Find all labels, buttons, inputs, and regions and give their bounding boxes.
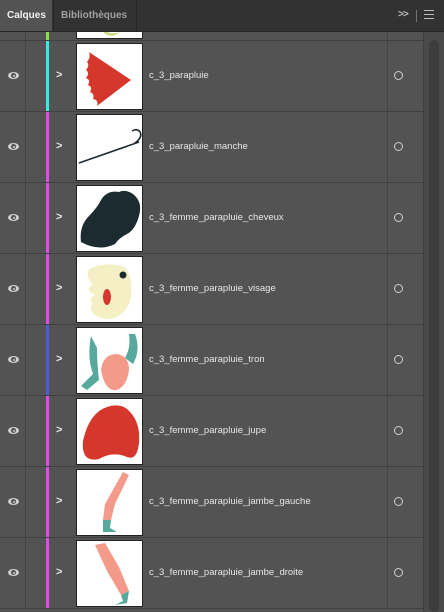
hamburger-menu-icon[interactable] xyxy=(424,10,434,20)
eye-icon[interactable] xyxy=(8,72,19,79)
layer-color-bar xyxy=(46,325,49,395)
eye-icon[interactable] xyxy=(8,569,19,576)
layer-color-bar xyxy=(46,538,49,608)
layer-name[interactable]: c_3_femme_parapluie_jambe_droite xyxy=(149,567,303,578)
eye-icon[interactable] xyxy=(8,214,19,221)
layer-name[interactable]: c_3_femme_parapluie_jupe xyxy=(149,425,266,436)
lock-toggle[interactable] xyxy=(26,396,47,466)
eye-icon[interactable] xyxy=(8,427,19,434)
lock-toggle[interactable] xyxy=(26,325,47,395)
layer-thumbnail xyxy=(76,32,143,39)
visibility-toggle[interactable] xyxy=(0,254,26,324)
layer-color-bar xyxy=(46,32,49,40)
visibility-toggle[interactable] xyxy=(0,183,26,253)
layer-row[interactable]: > c_3_femme_parapluie_tron xyxy=(0,325,423,396)
lock-cell[interactable] xyxy=(26,32,47,40)
visibility-toggle[interactable] xyxy=(0,112,26,182)
layer-thumbnail xyxy=(76,114,143,181)
scrollbar-thumb[interactable] xyxy=(429,40,439,612)
layers-list: > c_3_parapluie > c_3_parapluie_manche > c_3_… xyxy=(0,32,423,612)
layer-color-bar xyxy=(46,183,49,253)
visibility-toggle[interactable] xyxy=(0,325,26,395)
panel-tab-bar: Calques Bibliothèques >> xyxy=(0,0,444,32)
layer-thumbnail xyxy=(76,469,143,536)
divider xyxy=(416,10,417,22)
chevron-right-icon[interactable]: > xyxy=(56,140,62,152)
scrollbar[interactable] xyxy=(423,32,444,612)
layer-color-bar xyxy=(46,396,49,466)
visibility-cell[interactable] xyxy=(0,32,26,40)
layer-thumbnail xyxy=(76,43,143,110)
visibility-toggle[interactable] xyxy=(0,467,26,537)
target-circle-icon[interactable] xyxy=(394,213,403,222)
layer-color-bar xyxy=(46,467,49,537)
layer-row[interactable]: > c_3_femme_parapluie_jambe_droite xyxy=(0,538,423,609)
visibility-toggle[interactable] xyxy=(0,538,26,608)
target-circle-icon[interactable] xyxy=(394,142,403,151)
chevron-right-icon[interactable]: > xyxy=(56,353,62,365)
target-circle-icon[interactable] xyxy=(394,568,403,577)
tab-bibliotheques[interactable]: Bibliothèques xyxy=(53,0,137,31)
chevron-right-icon[interactable]: > xyxy=(56,424,62,436)
layer-thumbnail xyxy=(76,327,143,394)
visibility-toggle[interactable] xyxy=(0,396,26,466)
target-circle-icon[interactable] xyxy=(394,497,403,506)
layer-thumbnail xyxy=(76,185,143,252)
target-circle-icon[interactable] xyxy=(394,284,403,293)
eye-icon[interactable] xyxy=(8,143,19,150)
layer-row-partial[interactable] xyxy=(0,32,423,41)
layer-color-bar xyxy=(46,254,49,324)
eye-icon[interactable] xyxy=(8,285,19,292)
target-circle-icon[interactable] xyxy=(394,71,403,80)
layer-name[interactable]: c_3_femme_parapluie_visage xyxy=(149,283,276,294)
lock-toggle[interactable] xyxy=(26,538,47,608)
layer-row[interactable]: > c_3_femme_parapluie_visage xyxy=(0,254,423,325)
target-circle-icon[interactable] xyxy=(394,355,403,364)
layer-thumbnail xyxy=(76,256,143,323)
chevron-right-icon[interactable]: > xyxy=(56,211,62,223)
lock-toggle[interactable] xyxy=(26,254,47,324)
chevron-right-icon[interactable]: > xyxy=(56,566,62,578)
lock-toggle[interactable] xyxy=(26,41,47,111)
layer-name[interactable]: c_3_femme_parapluie_tron xyxy=(149,354,265,365)
layer-row[interactable]: > c_3_femme_parapluie_jambe_gauche xyxy=(0,467,423,538)
layer-color-bar xyxy=(46,41,49,111)
chevron-right-icon[interactable]: > xyxy=(56,282,62,294)
target-circle-icon[interactable] xyxy=(394,426,403,435)
layer-name[interactable]: c_3_femme_parapluie_cheveux xyxy=(149,212,284,223)
double-chevron-right-icon[interactable]: >> xyxy=(398,9,409,20)
layer-row[interactable]: > c_3_parapluie xyxy=(0,41,423,112)
layer-row[interactable]: > c_3_parapluie_manche xyxy=(0,112,423,183)
layer-color-bar xyxy=(46,112,49,182)
lock-toggle[interactable] xyxy=(26,112,47,182)
layer-thumbnail xyxy=(76,398,143,465)
layer-row[interactable]: > c_3_femme_parapluie_jupe xyxy=(0,396,423,467)
layer-name[interactable]: c_3_parapluie xyxy=(149,70,209,81)
tab-calques[interactable]: Calques xyxy=(0,0,52,31)
layer-row[interactable]: > c_3_femme_parapluie_cheveux xyxy=(0,183,423,254)
eye-icon[interactable] xyxy=(8,498,19,505)
layer-name[interactable]: c_3_parapluie_manche xyxy=(149,141,248,152)
layer-name[interactable]: c_3_femme_parapluie_jambe_gauche xyxy=(149,496,311,507)
lock-toggle[interactable] xyxy=(26,467,47,537)
chevron-right-icon[interactable]: > xyxy=(56,69,62,81)
lock-toggle[interactable] xyxy=(26,183,47,253)
layer-thumbnail xyxy=(76,540,143,607)
chevron-right-icon[interactable]: > xyxy=(56,495,62,507)
eye-icon[interactable] xyxy=(8,356,19,363)
visibility-toggle[interactable] xyxy=(0,41,26,111)
